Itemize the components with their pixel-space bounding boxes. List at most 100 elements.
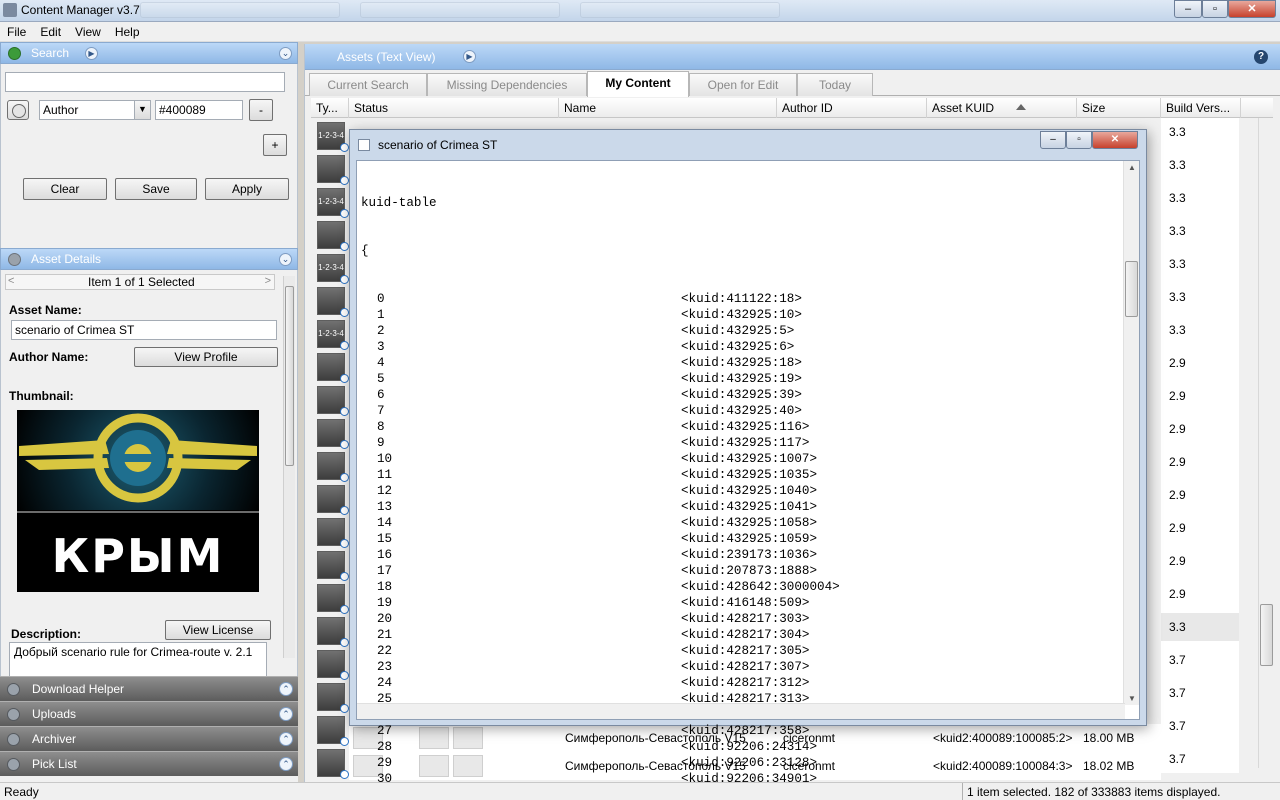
maximize-button[interactable]: ▫ (1202, 0, 1228, 18)
column-size[interactable]: Size (1077, 98, 1161, 118)
search-panel-header[interactable]: Search ▶ ⌄ (0, 42, 298, 64)
build-version-cell[interactable]: 3.7 (1161, 712, 1239, 740)
build-version-cell[interactable]: 3.3 (1161, 184, 1239, 212)
tab-missing-dependencies[interactable]: Missing Dependencies (427, 73, 587, 96)
column-name[interactable]: Name (559, 98, 777, 118)
assets-scrollbar[interactable] (1258, 118, 1274, 768)
tab-open-for-edit[interactable]: Open for Edit (689, 73, 797, 96)
minimize-button[interactable]: – (1174, 0, 1202, 18)
pick-list-panel[interactable]: Pick List ⌃ (0, 751, 298, 776)
prev-item-arrow-icon[interactable]: < (8, 275, 14, 287)
column-status[interactable]: Status (349, 98, 559, 118)
asset-type-icon[interactable] (317, 221, 349, 251)
asset-type-icon[interactable] (317, 155, 349, 185)
dialog-maximize-button[interactable]: ▫ (1066, 131, 1092, 149)
filter-value-input[interactable] (155, 100, 243, 120)
build-version-cell[interactable]: 2.9 (1161, 415, 1239, 443)
arrow-right-icon[interactable]: ▶ (85, 47, 98, 60)
column-build-version[interactable]: Build Vers... (1161, 98, 1241, 118)
asset-type-icon[interactable] (317, 485, 349, 515)
chevron-up-icon[interactable]: ⌃ (279, 682, 293, 696)
column-author-id[interactable]: Author ID (777, 98, 927, 118)
menu-view[interactable]: View (68, 22, 108, 39)
build-version-cell[interactable]: 3.7 (1161, 745, 1239, 773)
close-button[interactable]: ✕ (1228, 0, 1276, 18)
filter-field-select[interactable]: Author ▼ (39, 100, 151, 120)
chevron-up-icon[interactable]: ⌃ (279, 707, 293, 721)
build-version-cell[interactable]: 2.9 (1161, 547, 1239, 575)
view-profile-button[interactable]: View Profile (134, 347, 278, 367)
scroll-down-arrow-icon[interactable]: ▼ (1128, 694, 1136, 703)
dialog-scroll-thumb[interactable] (1125, 261, 1138, 317)
asset-type-icon[interactable]: 1-2-3-4 (317, 122, 349, 152)
asset-type-icon[interactable] (317, 617, 349, 647)
details-scrollbar[interactable] (283, 276, 295, 658)
chevron-down-icon[interactable]: ⌄ (279, 253, 292, 266)
build-version-cell[interactable]: 3.3 (1161, 118, 1239, 146)
asset-type-icon[interactable]: 1-2-3-4 (317, 254, 349, 284)
asset-type-icon[interactable]: 1-2-3-4 (317, 320, 349, 350)
asset-type-icon[interactable] (317, 650, 349, 680)
build-version-cell[interactable]: 2.9 (1161, 514, 1239, 542)
menu-edit[interactable]: Edit (33, 22, 68, 39)
build-version-cell[interactable]: 2.9 (1161, 448, 1239, 476)
chevron-down-icon[interactable]: ⌄ (279, 47, 292, 60)
build-version-cell[interactable]: 3.3 (1161, 151, 1239, 179)
dialog-minimize-button[interactable]: – (1040, 131, 1066, 149)
search-input[interactable] (5, 72, 285, 92)
dialog-horizontal-scrollbar[interactable] (357, 703, 1125, 719)
dialog-title-bar[interactable]: scenario of Crimea ST – ▫ ✕ (350, 130, 1146, 158)
build-version-cell[interactable]: 2.9 (1161, 382, 1239, 410)
view-license-button[interactable]: View License (165, 620, 271, 640)
build-version-cell[interactable]: 2.9 (1161, 481, 1239, 509)
dialog-text-area[interactable]: kuid-table { 0 <kuid:411122:18> 1 <kuid:432… (356, 160, 1140, 786)
asset-type-icon[interactable] (317, 287, 349, 317)
build-version-cell[interactable]: 3.3 (1161, 217, 1239, 245)
asset-type-icon[interactable] (317, 386, 349, 416)
build-version-cell[interactable]: 3.3 (1161, 283, 1239, 311)
build-version-cell[interactable]: 3.3 (1161, 316, 1239, 344)
tab-today[interactable]: Today (797, 73, 873, 96)
archiver-panel[interactable]: Archiver ⌃ (0, 726, 298, 751)
asset-type-icon[interactable] (317, 716, 349, 746)
asset-details-header[interactable]: Asset Details ⌄ (0, 248, 298, 270)
save-button[interactable]: Save (115, 178, 197, 200)
build-version-cell[interactable]: 2.9 (1161, 349, 1239, 377)
column-type[interactable]: Ty... (311, 98, 349, 118)
clear-button[interactable]: Clear (23, 178, 107, 200)
build-version-cell[interactable]: 3.3 (1161, 613, 1239, 641)
asset-type-icon[interactable] (317, 584, 349, 614)
tab-my-content[interactable]: My Content (587, 71, 689, 97)
chevron-up-icon[interactable]: ⌃ (279, 732, 293, 746)
add-filter-button[interactable]: + (263, 134, 287, 156)
help-icon[interactable]: ? (1254, 50, 1268, 64)
scroll-up-arrow-icon[interactable]: ▲ (1128, 163, 1136, 172)
menu-help[interactable]: Help (108, 22, 147, 39)
asset-type-icon[interactable] (317, 353, 349, 383)
uploads-panel[interactable]: Uploads ⌃ (0, 701, 298, 726)
filter-toggle-button[interactable] (7, 100, 29, 120)
next-item-arrow-icon[interactable]: > (265, 275, 271, 287)
asset-type-icon[interactable] (317, 749, 349, 779)
dialog-vertical-scrollbar[interactable]: ▲ ▼ (1123, 161, 1139, 705)
arrow-right-icon[interactable]: ▶ (463, 50, 476, 63)
column-asset-kuid[interactable]: Asset KUID (927, 98, 1077, 118)
build-version-cell[interactable]: 3.7 (1161, 679, 1239, 707)
description-field[interactable]: Добрый scenario rule for Crimea-route v.… (9, 642, 267, 676)
asset-type-icon[interactable] (317, 518, 349, 548)
asset-name-field[interactable] (11, 320, 277, 340)
asset-type-icon[interactable] (317, 419, 349, 449)
assets-scroll-thumb[interactable] (1260, 604, 1273, 666)
build-version-cell[interactable]: 3.7 (1161, 646, 1239, 674)
menu-file[interactable]: File (0, 22, 33, 39)
asset-type-icon[interactable] (317, 683, 349, 713)
tab-current-search[interactable]: Current Search (309, 73, 427, 96)
asset-type-icon[interactable] (317, 551, 349, 581)
download-helper-panel[interactable]: Download Helper ⌃ (0, 676, 298, 701)
asset-type-icon[interactable]: 1-2-3-4 (317, 188, 349, 218)
asset-type-icon[interactable] (317, 452, 349, 482)
chevron-up-icon[interactable]: ⌃ (279, 757, 293, 771)
build-version-cell[interactable]: 2.9 (1161, 580, 1239, 608)
build-version-cell[interactable]: 3.3 (1161, 250, 1239, 278)
remove-filter-button[interactable]: - (249, 99, 273, 121)
